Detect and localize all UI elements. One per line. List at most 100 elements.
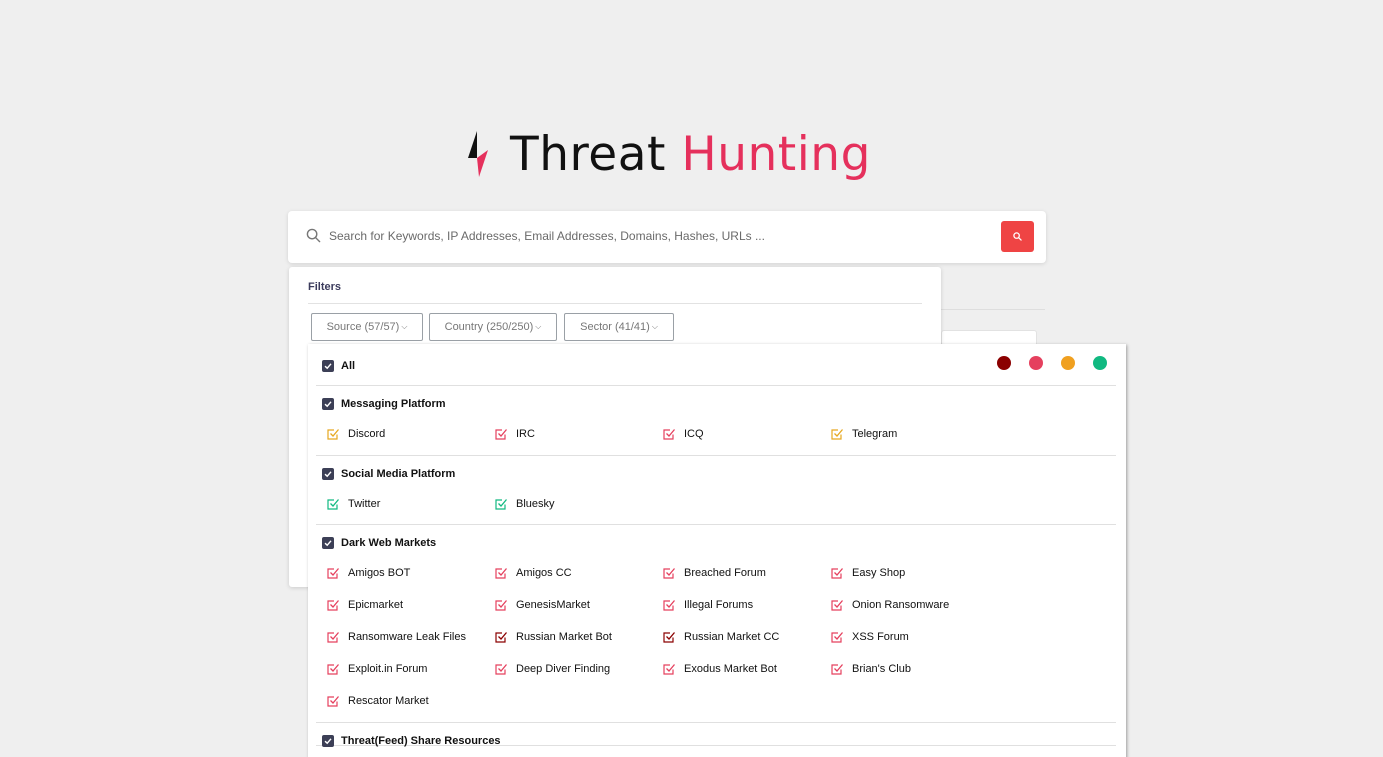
search-input[interactable] [329,225,969,247]
source-item-label: Rescator Market [348,695,429,707]
checkbox-checked-icon[interactable] [662,662,676,676]
source-item-russian-market-cc[interactable]: Russian Market CC [662,630,779,644]
source-filter-button[interactable]: Source (57/57) ⌵ [311,313,423,341]
source-item-label: XSS Forum [852,631,909,643]
country-filter-button[interactable]: Country (250/250) ⌵ [429,313,557,341]
category-label: Dark Web Markets [341,537,437,549]
source-item-deep-diver-finding[interactable]: Deep Diver Finding [494,662,610,676]
category-label: Messaging Platform [341,398,446,410]
app-title: Threat Hunting [510,127,871,182]
source-item-breached-forum[interactable]: Breached Forum [662,566,766,580]
source-item-label: Exodus Market Bot [684,663,777,675]
source-item-label: Exploit.in Forum [348,663,428,675]
source-item-ransomware-leak-files[interactable]: Ransomware Leak Files [326,630,466,644]
source-item-discord[interactable]: Discord [326,427,385,441]
checkbox-checked-icon[interactable] [494,497,508,511]
source-item-xss-forum[interactable]: XSS Forum [830,630,909,644]
checkbox-checked-icon[interactable] [322,360,334,372]
checkbox-checked-icon[interactable] [322,537,334,549]
category-divider [316,455,1116,456]
checkbox-checked-icon[interactable] [494,598,508,612]
checkbox-checked-icon[interactable] [662,566,676,580]
app-title-word-1: Threat [510,126,666,182]
source-item-label: Ransomware Leak Files [348,631,466,643]
category-messaging-platform[interactable]: Messaging Platform [322,398,446,410]
category-divider [316,385,1116,386]
legend-dot[interactable] [1029,356,1043,370]
source-item-label: Easy Shop [852,567,906,579]
country-filter-label: Country (250/250) [444,321,534,333]
checkbox-checked-icon[interactable] [326,694,340,708]
category-divider [316,722,1116,723]
legend-colors [997,356,1107,370]
source-item-label: Russian Market Bot [516,631,612,643]
checkbox-checked-icon[interactable] [662,630,676,644]
checkbox-checked-icon[interactable] [494,630,508,644]
legend-dot[interactable] [1061,356,1075,370]
source-item-twitter[interactable]: Twitter [326,497,380,511]
source-item-epicmarket[interactable]: Epicmarket [326,598,403,612]
lightning-bolt-icon [468,131,488,177]
checkbox-checked-icon[interactable] [662,427,676,441]
source-item-label: Amigos CC [516,567,572,579]
search-button[interactable] [1001,221,1034,252]
sector-filter-button[interactable]: Sector (41/41) ⌵ [564,313,674,341]
source-item-irc[interactable]: IRC [494,427,535,441]
source-item-genesismarket[interactable]: GenesisMarket [494,598,590,612]
source-item-illegal-forums[interactable]: Illegal Forums [662,598,753,612]
source-item-label: IRC [516,428,535,440]
legend-dot[interactable] [1093,356,1107,370]
source-item-label: Russian Market CC [684,631,780,643]
checkbox-checked-icon[interactable] [322,468,334,480]
checkbox-checked-icon[interactable] [326,598,340,612]
category-dark-web-markets[interactable]: Dark Web Markets [322,537,436,549]
checkbox-checked-icon[interactable] [662,598,676,612]
source-item-icq[interactable]: ICQ [662,427,704,441]
chevron-down-icon: ⌵ [401,322,408,331]
source-item-label: Illegal Forums [684,599,754,611]
sector-filter-label: Sector (41/41) [580,321,650,333]
source-item-easy-shop[interactable]: Easy Shop [830,566,905,580]
checkbox-checked-icon[interactable] [830,630,844,644]
source-item-brian-s-club[interactable]: Brian's Club [830,662,911,676]
checkbox-checked-icon[interactable] [830,566,844,580]
source-item-amigos-cc[interactable]: Amigos CC [494,566,572,580]
source-item-amigos-bot[interactable]: Amigos BOT [326,566,410,580]
source-item-label: ICQ [684,428,704,440]
checkbox-checked-icon[interactable] [326,662,340,676]
source-item-onion-ransomware[interactable]: Onion Ransomware [830,598,949,612]
source-filter-label: Source (57/57) [326,321,400,333]
source-item-exploit-in-forum[interactable]: Exploit.in Forum [326,662,427,676]
checkbox-checked-icon[interactable] [494,566,508,580]
search-bar [288,211,1046,263]
category-threat-feed-share-resources[interactable]: Threat(Feed) Share Resources [322,735,501,747]
checkbox-checked-icon[interactable] [326,497,340,511]
checkbox-checked-icon[interactable] [494,662,508,676]
legend-dot[interactable] [997,356,1011,370]
checkbox-checked-icon[interactable] [830,427,844,441]
checkbox-checked-icon[interactable] [326,630,340,644]
source-item-label: GenesisMarket [516,599,590,611]
source-item-russian-market-bot[interactable]: Russian Market Bot [494,630,612,644]
checkbox-checked-icon[interactable] [830,662,844,676]
checkbox-checked-icon[interactable] [322,398,334,410]
all-label: All [341,360,356,372]
source-item-bluesky[interactable]: Bluesky [494,497,555,511]
source-item-rescator-market[interactable]: Rescator Market [326,694,429,708]
checkbox-checked-icon[interactable] [326,427,340,441]
category-social-media-platform[interactable]: Social Media Platform [322,468,455,480]
category-label: Social Media Platform [341,468,456,480]
checkbox-checked-icon[interactable] [326,566,340,580]
source-item-exodus-market-bot[interactable]: Exodus Market Bot [662,662,777,676]
checkbox-checked-icon[interactable] [494,427,508,441]
source-item-label: Bluesky [516,498,555,510]
checkbox-checked-icon[interactable] [830,598,844,612]
source-item-label: Onion Ransomware [852,599,950,611]
app-title-word-2: Hunting [681,126,871,182]
search-icon [306,228,321,243]
source-item-telegram[interactable]: Telegram [830,427,897,441]
all-checkbox-row[interactable]: All [322,360,355,372]
checkbox-checked-icon[interactable] [322,735,334,747]
app-logo: Threat Hunting [466,124,871,184]
filters-title: Filters [308,281,342,293]
